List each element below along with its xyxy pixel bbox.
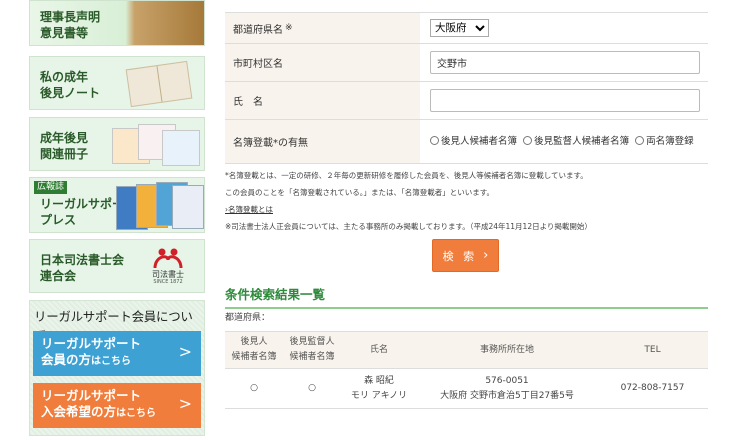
name-input[interactable] xyxy=(430,89,700,112)
banner-label: 理事長声明 意見書等 xyxy=(40,10,101,40)
results-title: 条件検索結果一覧 xyxy=(225,284,708,309)
magazines-image xyxy=(116,182,204,230)
search-form: 都道府県名※ 大阪府 市町村区名 氏 名 名簿登載*の有無 後見人候補者名簿 xyxy=(225,12,708,164)
radio-both-lists[interactable]: 両名簿登録 xyxy=(632,135,694,147)
results-prefecture-line: 都道府県： xyxy=(225,313,271,323)
header-supervisor: 後見監督人 候補者名簿 xyxy=(283,331,341,369)
banner-guardian-notebook[interactable]: 私の成年 後見ノート xyxy=(29,56,205,110)
required-mark: ※ xyxy=(285,23,293,33)
form-row-name: 氏 名 xyxy=(225,82,708,120)
prefecture-select[interactable]: 大阪府 xyxy=(430,19,489,37)
table-row: ○ ○ 森 昭紀 モリ アキノリ 576-0051 大阪府 交野市倉治5丁目27番5… xyxy=(225,368,708,409)
form-row-municipality: 市町村区名 xyxy=(225,44,708,82)
header-office: 事務所所在地 xyxy=(417,331,597,369)
radio-icon xyxy=(430,135,439,145)
notes: *名簿登載とは、一定の研修、２年毎の更新研修を履修した会員を、後見人等候補者名簿… xyxy=(225,167,708,235)
member-section: リーガルサポート会員について リーガルサポート 会員の方はこちら > リーガルサ… xyxy=(29,300,205,436)
chevron-right-icon: > xyxy=(178,394,192,413)
banner-legal-support-press[interactable]: 広報誌 リーガルサポート プレス xyxy=(29,177,205,233)
chevron-right-icon: > xyxy=(178,342,192,361)
note-registry-term: この会員のことを「名簿登載されている。」または、「名簿登載者」といいます。 xyxy=(225,188,495,197)
booklets-image xyxy=(112,124,200,166)
banner-label: 成年後見 関連冊子 xyxy=(40,131,89,161)
radio-icon xyxy=(523,135,533,145)
header-guardian: 後見人 候補者名簿 xyxy=(225,331,283,369)
registry-label: 名簿登載*の有無 xyxy=(225,120,420,163)
banner-label: 私の成年 後見ノート xyxy=(40,70,101,100)
cell-supervisor: ○ xyxy=(283,368,341,409)
banner-related-booklets[interactable]: 成年後見 関連冊子 xyxy=(29,117,205,171)
cell-office: 576-0051 大阪府 交野市倉治5丁目27番5号 xyxy=(417,368,597,409)
note-registry-definition: *名簿登載とは、一定の研修、２年毎の更新研修を履修した会員を、後見人等候補者名簿… xyxy=(225,171,588,180)
cell-guardian: ○ xyxy=(225,368,283,409)
pr-magazine-tag: 広報誌 xyxy=(34,181,68,194)
search-button[interactable]: 検 索 › xyxy=(432,239,499,272)
cell-tel: 072-808-7157 xyxy=(597,368,708,409)
cell-name: 森 昭紀 モリ アキノリ xyxy=(341,368,417,409)
notebook-image xyxy=(125,60,193,108)
municipality-label: 市町村区名 xyxy=(225,44,420,81)
results-table: 後見人 候補者名簿 後見監督人 候補者名簿 氏名 事務所所在地 TEL ○ ○ 森 … xyxy=(225,331,708,409)
header-tel: TEL xyxy=(597,331,708,369)
member-button[interactable]: リーガルサポート 会員の方はこちら > xyxy=(33,331,201,376)
registry-radio-group: 後見人候補者名簿 後見監督人候補者名簿 両名簿登録 xyxy=(430,134,694,150)
prefecture-label: 都道府県名 xyxy=(233,24,283,36)
name-label: 氏 名 xyxy=(225,82,420,119)
radio-supervisor-list[interactable]: 後見監督人候補者名簿 xyxy=(520,135,629,147)
municipality-input[interactable] xyxy=(430,51,700,74)
radio-icon xyxy=(635,135,645,145)
banner-label: 日本司法書士会 連合会 xyxy=(40,253,125,283)
chevron-right-icon: › xyxy=(483,248,489,263)
results-header-row: 後見人 候補者名簿 後見監督人 候補者名簿 氏名 事務所所在地 TEL xyxy=(225,331,708,369)
registry-about-link[interactable]: ›名簿登載とは xyxy=(225,201,708,218)
note-corporate-members: ※司法書士法人正会員については、主たる事務所のみ掲載しております。（平成24年1… xyxy=(225,222,592,231)
form-row-prefecture: 都道府県名 ※ 大阪府 xyxy=(225,13,708,44)
join-button[interactable]: リーガルサポート 入会希望の方はこちら > xyxy=(33,383,201,428)
banner-chairman-statement[interactable]: 理事長声明 意見書等 xyxy=(29,0,205,46)
scrivener-logo-icon: 司法書士 SINCE 1872 xyxy=(146,246,190,288)
header-name: 氏名 xyxy=(341,331,417,369)
banner-judicial-scriveners-federation[interactable]: 日本司法書士会 連合会 司法書士 SINCE 1872 xyxy=(29,239,205,293)
radio-guardian-list[interactable]: 後見人候補者名簿 xyxy=(430,135,517,147)
form-row-registry: 名簿登載*の有無 後見人候補者名簿 後見監督人候補者名簿 両名簿登録 xyxy=(225,120,708,164)
